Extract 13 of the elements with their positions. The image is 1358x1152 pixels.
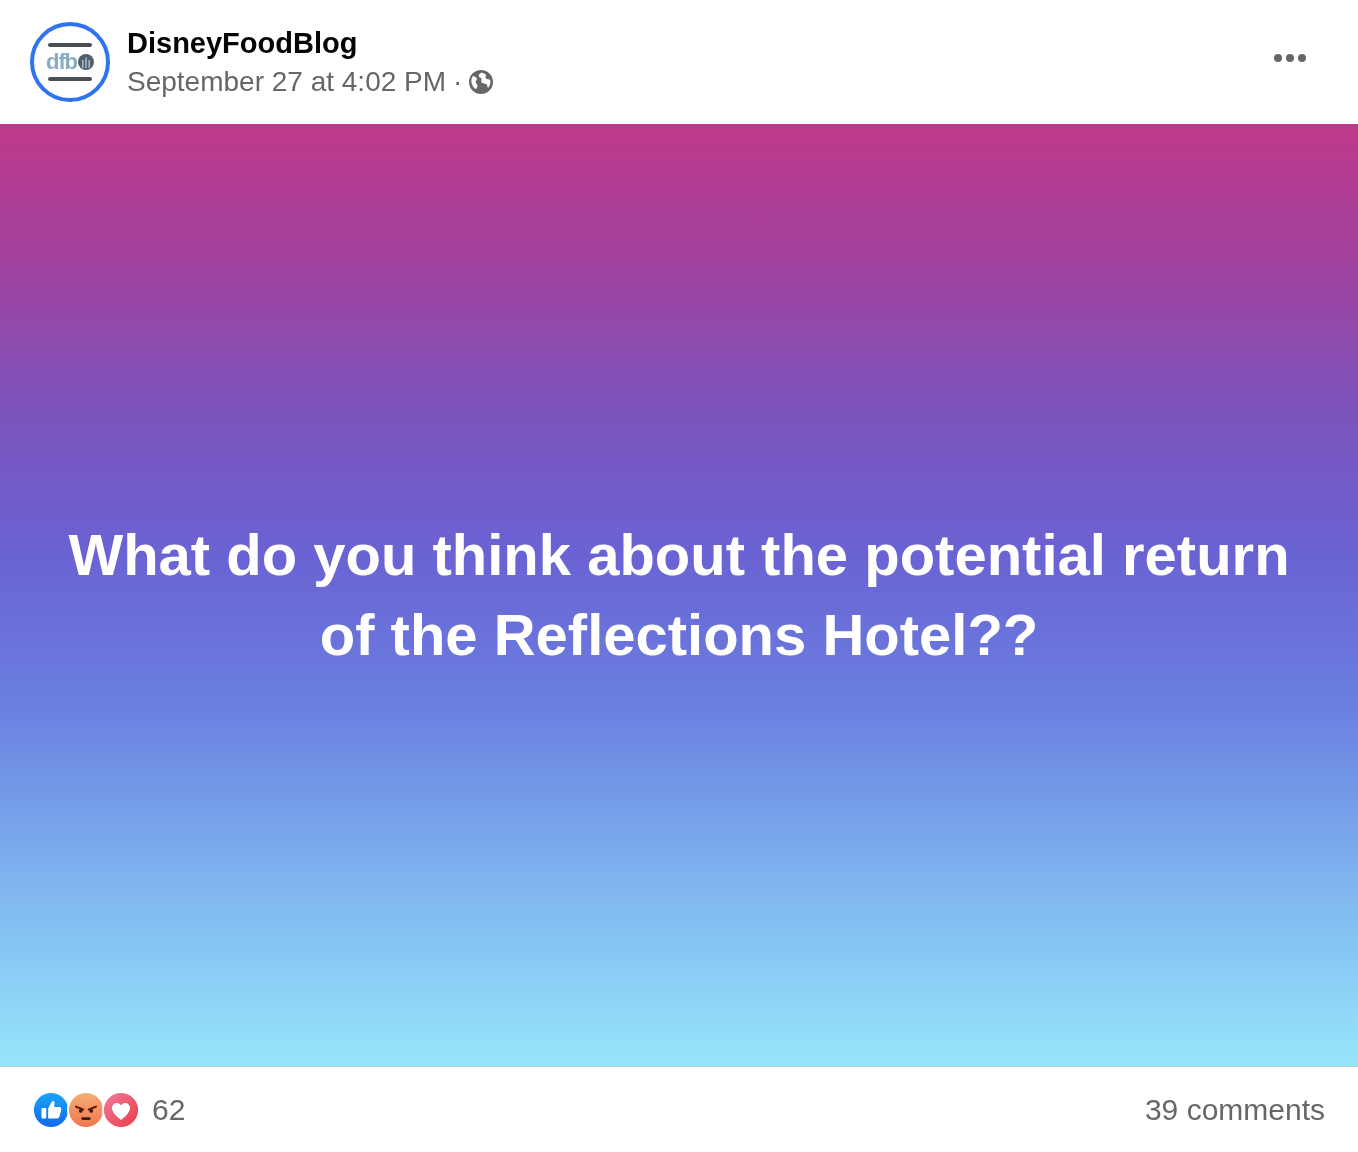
reaction-count[interactable]: 62 bbox=[152, 1091, 186, 1128]
more-icon bbox=[1274, 54, 1306, 62]
post-text: What do you think about the potential return of the Reflections Hotel?? bbox=[67, 521, 1291, 669]
angry-face-icon bbox=[67, 1090, 105, 1129]
globe-icon[interactable] bbox=[469, 70, 494, 94]
logo-text: dfb bbox=[46, 50, 77, 74]
heart-icon bbox=[102, 1090, 140, 1129]
post-timestamp-link[interactable]: September 27 at 4:02 PM bbox=[127, 66, 447, 98]
separator-dot: · bbox=[453, 66, 463, 98]
castle-emblem-icon bbox=[77, 54, 94, 70]
comments-count-link[interactable]: 39 comments bbox=[1144, 1091, 1325, 1128]
thumbs-up-icon bbox=[32, 1090, 70, 1129]
page-name-link[interactable]: DisneyFoodBlog bbox=[127, 26, 358, 60]
